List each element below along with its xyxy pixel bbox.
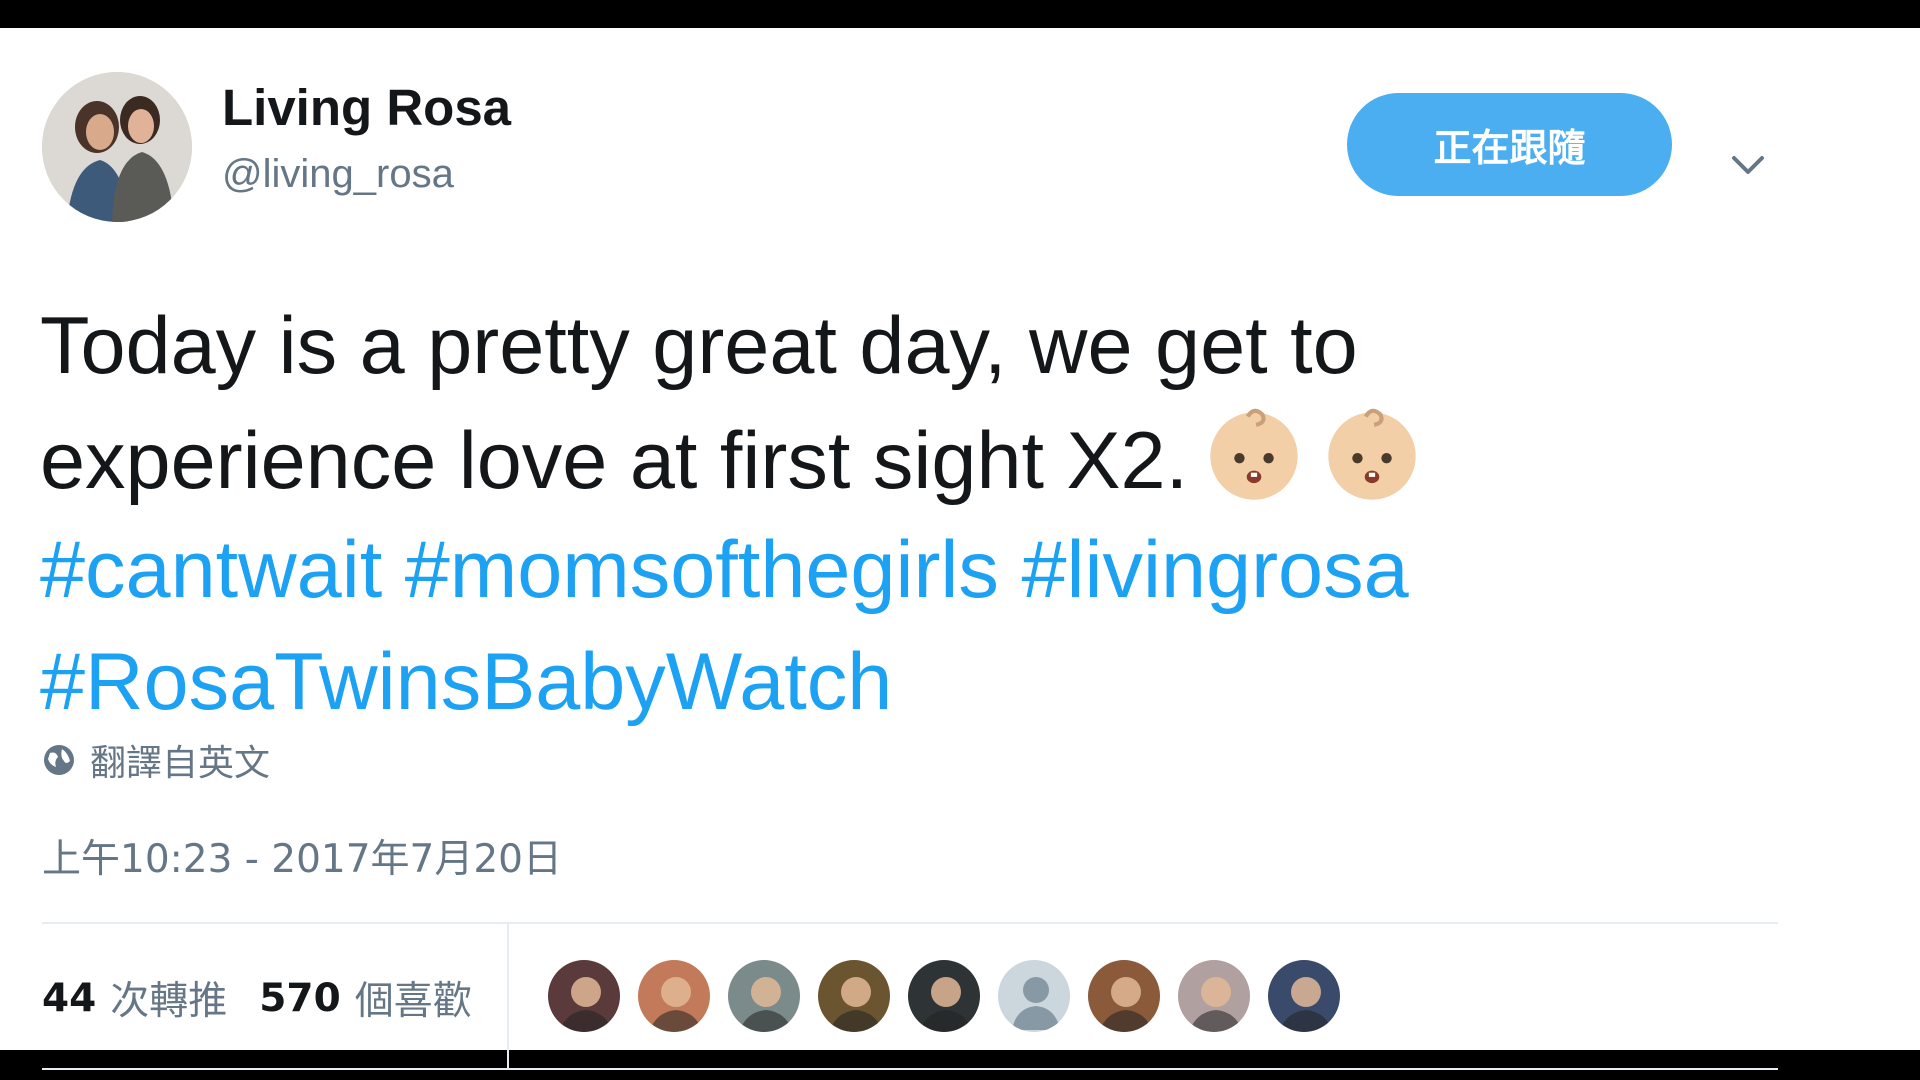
user-handle[interactable]: @living_rosa bbox=[222, 152, 454, 197]
avatar-icon bbox=[548, 960, 620, 1032]
tweet-timestamp[interactable]: 上午10:23 - 2017年7月20日 bbox=[42, 828, 562, 884]
avatar-icon bbox=[818, 960, 890, 1032]
tweet-line-3: #cantwait #momsofthegirls #livingrosa bbox=[40, 514, 1640, 626]
tweet-text-line-2: experience love at first sight X2. bbox=[40, 416, 1189, 506]
tweet-line-2: experience love at first sight X2. bbox=[40, 402, 1640, 514]
avatar-icon bbox=[908, 960, 980, 1032]
baby-icon bbox=[1328, 408, 1416, 500]
avatar-icon bbox=[1088, 960, 1160, 1032]
avatar-photo-icon bbox=[42, 72, 192, 222]
retweets-count: 44 bbox=[42, 975, 97, 1021]
translate-label: 翻譯自英文 bbox=[90, 743, 271, 784]
chevron-down-icon[interactable] bbox=[1728, 146, 1768, 186]
liker-avatar[interactable] bbox=[906, 958, 982, 1034]
liker-avatar[interactable] bbox=[1266, 958, 1342, 1034]
baby-icon bbox=[1210, 408, 1298, 500]
divider bbox=[42, 922, 1778, 924]
avatar-icon bbox=[1178, 960, 1250, 1032]
display-name[interactable]: Living Rosa bbox=[222, 78, 511, 137]
hashtag-link[interactable]: #cantwait bbox=[40, 525, 382, 615]
liker-avatar[interactable] bbox=[996, 958, 1072, 1034]
divider bbox=[42, 1068, 1778, 1070]
liker-avatar[interactable] bbox=[816, 958, 892, 1034]
stats-separator bbox=[507, 924, 509, 1068]
likers-avatars bbox=[546, 958, 1356, 1034]
tweet-line-1: Today is a pretty great day, we get to bbox=[40, 290, 1640, 402]
hashtag-link[interactable]: #RosaTwinsBabyWatch bbox=[40, 637, 892, 727]
avatar-icon bbox=[638, 960, 710, 1032]
liker-avatar[interactable] bbox=[1086, 958, 1162, 1034]
avatar-icon bbox=[728, 960, 800, 1032]
likes-count: 570 bbox=[259, 975, 341, 1021]
globe-icon bbox=[44, 745, 74, 775]
translate-tweet-link[interactable]: 翻譯自英文 bbox=[42, 734, 270, 786]
liker-avatar[interactable] bbox=[546, 958, 622, 1034]
avatar-icon bbox=[1268, 960, 1340, 1032]
likes-label: 個喜歡 bbox=[354, 979, 472, 1024]
liker-avatar[interactable] bbox=[1176, 958, 1252, 1034]
hashtag-link[interactable]: #momsofthegirls bbox=[405, 525, 999, 615]
tweet-card: Living Rosa @living_rosa 正在跟隨 Today is a… bbox=[0, 28, 1920, 1070]
likes-stat[interactable]: 570 個喜歡 bbox=[259, 970, 471, 1026]
default-avatar-icon bbox=[998, 960, 1070, 1032]
profile-avatar[interactable] bbox=[42, 72, 192, 222]
tweet-text-line-1: Today is a pretty great day, we get to bbox=[40, 301, 1358, 391]
retweets-label: 次轉推 bbox=[110, 979, 228, 1024]
hashtag-link[interactable]: #livingrosa bbox=[1021, 525, 1408, 615]
retweets-stat[interactable]: 44 次轉推 bbox=[42, 970, 227, 1026]
liker-avatar[interactable] bbox=[726, 958, 802, 1034]
liker-avatar[interactable] bbox=[636, 958, 712, 1034]
tweet-stats: 44 次轉推 570 個喜歡 bbox=[42, 970, 504, 1026]
following-button[interactable]: 正在跟隨 bbox=[1347, 93, 1672, 196]
tweet-text: Today is a pretty great day, we get to e… bbox=[40, 290, 1640, 738]
tweet-line-4: #RosaTwinsBabyWatch bbox=[40, 626, 1640, 738]
